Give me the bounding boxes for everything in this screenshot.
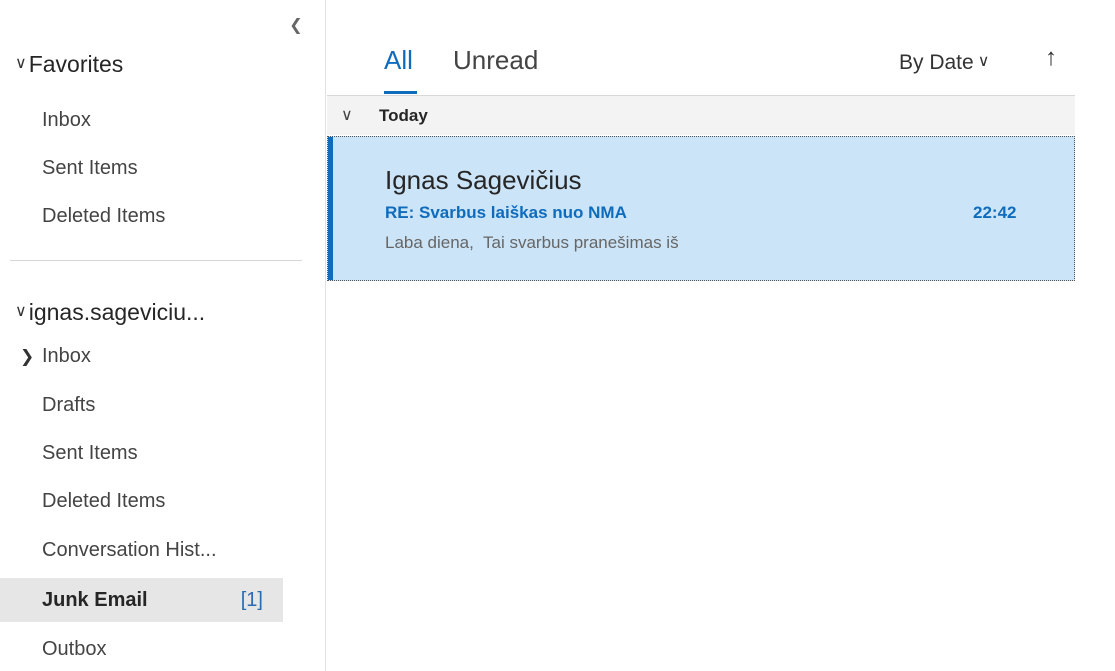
folder-item-deleted-items[interactable]: Deleted Items [0, 479, 283, 523]
folder-item-drafts[interactable]: Drafts [0, 383, 283, 427]
message-preview: Laba diena, Tai svarbus pranešimas iš [385, 233, 679, 252]
sort-by-button[interactable]: By Date ∨ [899, 48, 991, 78]
folder-label: Junk Email [42, 589, 148, 611]
favorites-label: Favorites [28, 51, 124, 77]
message-sender: Ignas Sagevičius [385, 165, 582, 195]
tab-unread[interactable]: Unread [453, 42, 538, 78]
sort-label: By Date [899, 51, 974, 74]
unread-count-badge: [1] [240, 589, 263, 611]
account-header[interactable]: ∨ignas.sageviciu... [15, 296, 205, 328]
folder-label: Outbox [42, 638, 107, 660]
folder-item-outbox[interactable]: Outbox [0, 627, 283, 671]
chevron-down-icon[interactable]: ∨ [341, 105, 353, 125]
folder-item-junk-email[interactable]: Junk Email [1] [0, 578, 283, 622]
chevron-left-icon[interactable]: ❮ [286, 16, 306, 36]
message-list-pane: All Unread By Date ∨ ↑ ∨ Today Ignas Sage… [327, 0, 1115, 671]
chevron-down-icon: ∨ [15, 302, 27, 320]
active-tab-indicator [384, 91, 417, 94]
divider [10, 260, 302, 261]
account-label: ignas.sageviciu... [28, 299, 206, 325]
folder-pane: ❮ ∨Favorites Inbox Sent Items Deleted It… [0, 0, 326, 671]
favorites-header[interactable]: ∨Favorites [15, 48, 123, 80]
folder-label: Deleted Items [42, 205, 166, 227]
favorites-item-deleted-items[interactable]: Deleted Items [0, 194, 283, 238]
folder-label: Deleted Items [42, 490, 166, 512]
favorites-item-inbox[interactable]: Inbox [0, 98, 283, 142]
folder-label: Sent Items [42, 157, 138, 179]
selection-indicator [328, 137, 333, 280]
favorites-item-sent-items[interactable]: Sent Items [0, 146, 283, 190]
folder-label: Sent Items [42, 442, 138, 464]
folder-label: Conversation Hist... [42, 539, 217, 561]
sort-direction-arrow-icon[interactable]: ↑ [1039, 44, 1063, 72]
chevron-down-icon: ∨ [977, 53, 990, 71]
chevron-down-icon: ∨ [15, 54, 27, 72]
message-item[interactable]: Ignas Sagevičius RE: Svarbus laiškas nuo… [327, 136, 1075, 281]
folder-item-sent-items[interactable]: Sent Items [0, 431, 283, 475]
folder-item-conversation-history[interactable]: Conversation Hist... [0, 528, 283, 572]
message-subject: RE: Svarbus laiškas nuo NMA [385, 203, 627, 222]
tab-all[interactable]: All [384, 42, 413, 78]
folder-label: Inbox [42, 345, 91, 367]
group-label: Today [379, 106, 428, 125]
folder-label: Drafts [42, 394, 96, 416]
chevron-right-icon[interactable]: ❯ [20, 335, 42, 379]
date-group-header: ∨ Today [327, 95, 1075, 135]
folder-label: Inbox [42, 109, 91, 131]
message-time: 22:42 [973, 203, 1017, 222]
folder-item-inbox[interactable]: ❯ Inbox [0, 334, 283, 378]
